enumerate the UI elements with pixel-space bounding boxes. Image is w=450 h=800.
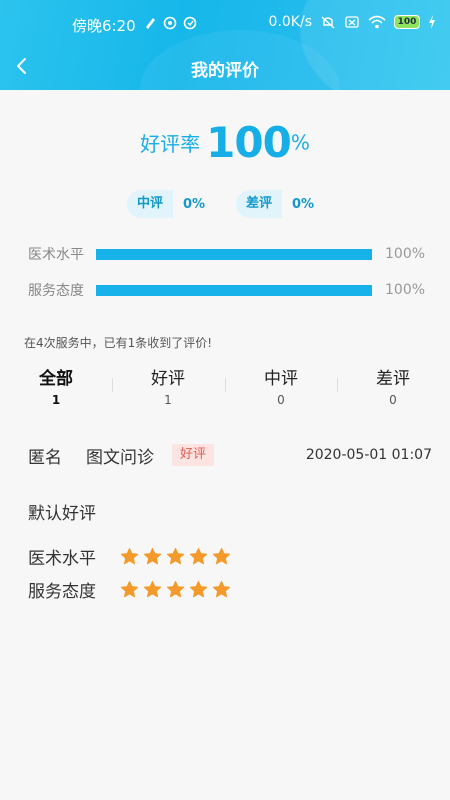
star-icon <box>212 547 231 564</box>
tab-good-count: 1 <box>164 393 172 407</box>
star-icon <box>120 547 139 564</box>
star-icon <box>166 547 185 564</box>
tab-all-count: 1 <box>51 393 61 407</box>
tab-good[interactable]: 好评 1 <box>112 360 224 412</box>
tab-all-label: 全部 <box>39 369 73 389</box>
tab-all[interactable]: 全部 1 <box>0 360 112 412</box>
skill-score-fill <box>96 248 372 260</box>
charging-icon <box>429 15 435 29</box>
review-time: 2020-05-01 01:07 <box>305 447 432 463</box>
star-icon <box>189 580 208 597</box>
rating-breakdown: 中评 0% 差评 0% <box>0 190 450 218</box>
review-header: 匿名 图文问诊 好评 2020-05-01 01:07 <box>28 442 434 468</box>
negative-rate-label: 差评 <box>236 190 283 218</box>
mute-icon <box>321 16 335 29</box>
app-badge-icon <box>183 16 197 30</box>
negative-rate-pill: 差评 0% <box>236 190 314 218</box>
skill-rating-stars <box>120 547 231 566</box>
star-icon <box>166 580 185 597</box>
review-content: 默认好评 <box>28 504 96 524</box>
service-score-label: 服务态度 <box>28 283 84 299</box>
skill-score-bar: 医术水平 100% <box>28 244 428 264</box>
tab-negative[interactable]: 差评 0 <box>337 360 449 412</box>
tab-good-label: 好评 <box>151 369 185 389</box>
service-rating-stars <box>120 580 231 599</box>
star-icon <box>189 547 208 564</box>
status-right: 0.0K/s 100 <box>269 14 436 30</box>
review-summary-text: 在4次服务中，已有1条收到了评价! <box>24 336 213 350</box>
network-speed: 0.0K/s <box>268 14 312 30</box>
service-score-track <box>96 284 372 296</box>
negative-rate-value: 0% <box>292 196 315 212</box>
good-rate: 好评率 100% <box>0 118 450 167</box>
neutral-rate-pill: 中评 0% <box>127 190 205 218</box>
service-score-fill <box>96 284 372 296</box>
skill-score-value: 100% <box>385 246 426 262</box>
reviewer-name: 匿名 <box>28 448 62 468</box>
good-rate-label: 好评率 <box>140 132 201 156</box>
sim-off-icon <box>345 16 359 28</box>
wifi-icon <box>368 15 386 29</box>
page-title: 我的评价 <box>191 61 259 81</box>
header-bar: 傍晚6:20 0.0K/s 100 我的评价 <box>0 0 450 90</box>
filter-tabs: 全部 1 好评 1 中评 0 差评 0 <box>0 360 450 412</box>
skill-score-label: 医术水平 <box>28 247 84 263</box>
neutral-rate-value: 0% <box>183 196 206 212</box>
service-rating-row: 服务态度 <box>28 577 231 602</box>
review-tag-badge: 好评 <box>172 444 215 466</box>
service-score-value: 100% <box>385 282 426 298</box>
star-icon <box>143 580 162 597</box>
skill-rating-row: 医术水平 <box>28 544 231 569</box>
good-rate-unit: % <box>290 130 310 155</box>
star-icon <box>212 580 231 597</box>
status-time: 傍晚6:20 <box>72 17 136 35</box>
service-rating-label: 服务态度 <box>28 581 96 602</box>
tab-negative-label: 差评 <box>376 369 410 389</box>
consult-type: 图文问诊 <box>86 448 154 468</box>
battery-indicator: 100 <box>394 15 420 29</box>
title-bar: 我的评价 <box>0 44 450 90</box>
app-badge-icon <box>163 16 177 30</box>
notification-icon <box>146 18 155 29</box>
tab-neutral-label: 中评 <box>264 369 298 389</box>
service-score-bar: 服务态度 100% <box>28 280 428 300</box>
neutral-rate-label: 中评 <box>127 190 174 218</box>
status-bar: 傍晚6:20 0.0K/s 100 <box>0 0 450 44</box>
skill-score-track <box>96 248 372 260</box>
tab-neutral-count: 0 <box>277 393 285 407</box>
star-icon <box>143 547 162 564</box>
skill-rating-label: 医术水平 <box>28 548 96 569</box>
tab-neutral[interactable]: 中评 0 <box>225 360 337 412</box>
star-icon <box>120 580 139 597</box>
tab-negative-count: 0 <box>389 393 397 407</box>
good-rate-value: 100 <box>206 118 292 167</box>
